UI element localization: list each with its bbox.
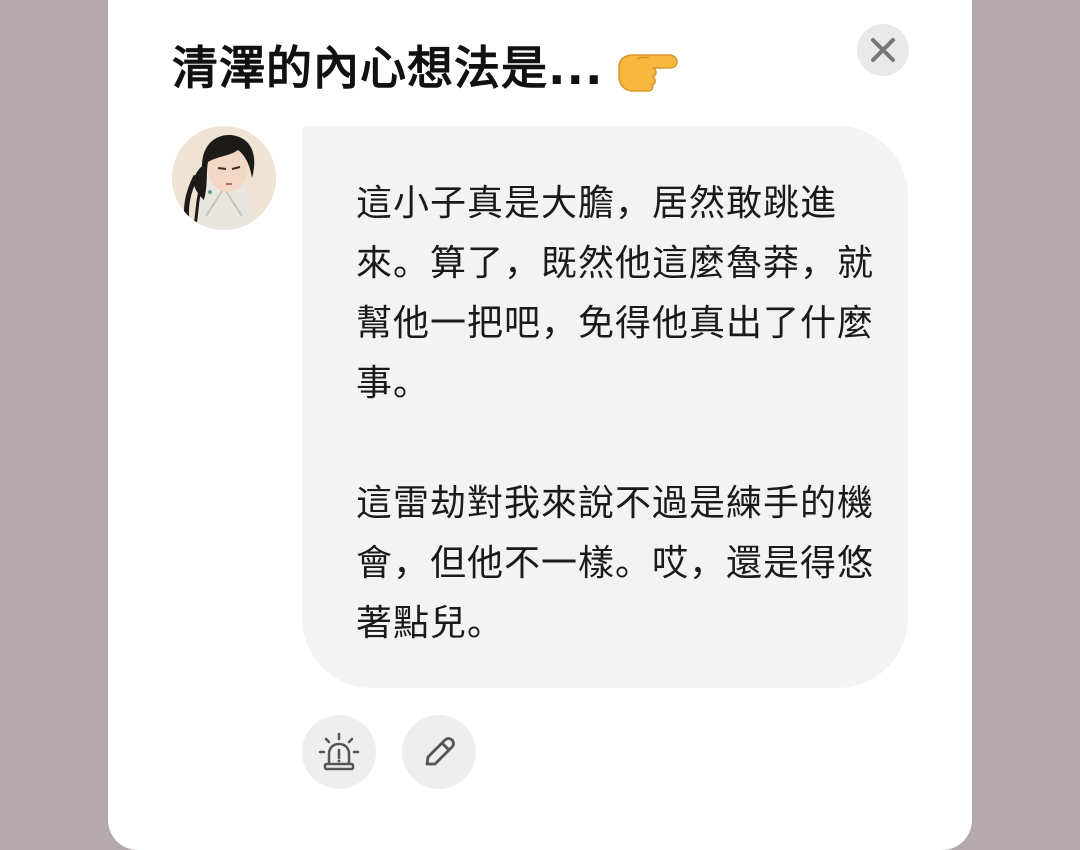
thought-dialog: 清澤的內心想法是... 這小子真是大膽，居然敢跳進來。算了，既然他這麼魯莽，就幫… [108,0,972,850]
pencil-icon [425,737,455,766]
pointing-right-hand-icon [615,37,681,93]
message-bubble: 這小子真是大膽，居然敢跳進來。算了，既然他這麼魯莽，就幫他一把吧，免得他真出了什… [302,126,908,688]
dialog-header: 清澤的內心想法是... [172,32,681,98]
close-button[interactable] [857,24,909,76]
message-text: 這小子真是大膽，居然敢跳進來。算了，既然他這麼魯莽，就幫他一把吧，免得他真出了什… [356,183,875,644]
character-avatar [172,126,276,230]
close-icon [871,38,895,62]
alarm-siren-icon [318,732,360,771]
edit-button[interactable] [402,715,476,789]
report-button[interactable] [302,715,376,789]
dialog-title: 清澤的內心想法是... [172,41,604,95]
